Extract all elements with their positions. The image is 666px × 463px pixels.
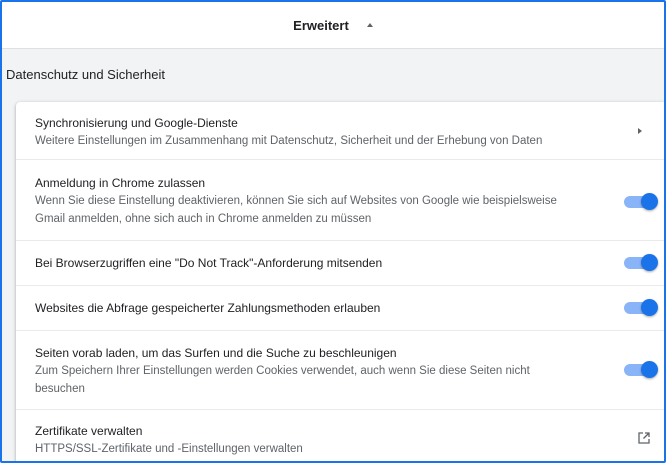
toggle-knob	[641, 361, 658, 378]
payment-methods-toggle[interactable]	[624, 299, 658, 316]
advanced-toggle-button[interactable]: Erweitert	[293, 18, 373, 33]
payment-methods-row[interactable]: Websites die Abfrage gespeicherter Zahlu…	[16, 285, 664, 330]
row-subtitle-line2: besuchen	[35, 383, 85, 395]
privacy-settings-card: Synchronisierung und Google-Dienste Weit…	[16, 102, 664, 461]
row-title: Zertifikate verwalten	[35, 424, 143, 438]
advanced-label: Erweitert	[293, 17, 349, 33]
manage-certificates-row[interactable]: Zertifikate verwalten HTTPS/SSL-Zertifik…	[16, 409, 664, 461]
row-subtitle: Weitere Einstellungen im Zusammenhang mi…	[35, 135, 543, 147]
row-subtitle: HTTPS/SSL-Zertifikate und -Einstellungen…	[35, 443, 303, 455]
row-title: Anmeldung in Chrome zulassen	[35, 176, 206, 190]
preload-pages-toggle[interactable]	[624, 361, 658, 378]
settings-panel: Erweitert Datenschutz und Sicherheit Syn…	[0, 0, 666, 463]
sync-google-services-row[interactable]: Synchronisierung und Google-Dienste Weit…	[16, 102, 664, 158]
allow-chrome-signin-row[interactable]: Anmeldung in Chrome zulassen Wenn Sie di…	[16, 159, 664, 240]
allow-chrome-signin-toggle[interactable]	[624, 193, 658, 210]
preload-pages-row[interactable]: Seiten vorab laden, um das Surfen und di…	[16, 330, 664, 409]
external-link-icon[interactable]	[636, 430, 652, 446]
do-not-track-row[interactable]: Bei Browserzugriffen eine "Do Not Track"…	[16, 240, 664, 285]
row-subtitle-line1: Wenn Sie diese Einstellung deaktivieren,…	[35, 195, 557, 207]
row-subtitle-line2: Gmail anmelden, ohne sich auch in Chrome…	[35, 213, 372, 225]
advanced-expander: Erweitert	[2, 2, 664, 49]
row-title: Websites die Abfrage gespeicherter Zahlu…	[35, 301, 381, 315]
caret-up-icon	[366, 22, 373, 27]
do-not-track-toggle[interactable]	[624, 254, 658, 271]
toggle-knob	[641, 299, 658, 316]
row-title: Synchronisierung und Google-Dienste	[35, 116, 238, 130]
row-title: Seiten vorab laden, um das Surfen und di…	[35, 346, 397, 360]
row-title: Bei Browserzugriffen eine "Do Not Track"…	[35, 256, 383, 270]
toggle-knob	[641, 193, 658, 210]
row-subtitle-line1: Zum Speichern Ihrer Einstellungen werden…	[35, 365, 530, 377]
chevron-right-icon[interactable]	[638, 128, 642, 134]
toggle-knob	[641, 254, 658, 271]
section-title: Datenschutz und Sicherheit	[6, 67, 165, 82]
